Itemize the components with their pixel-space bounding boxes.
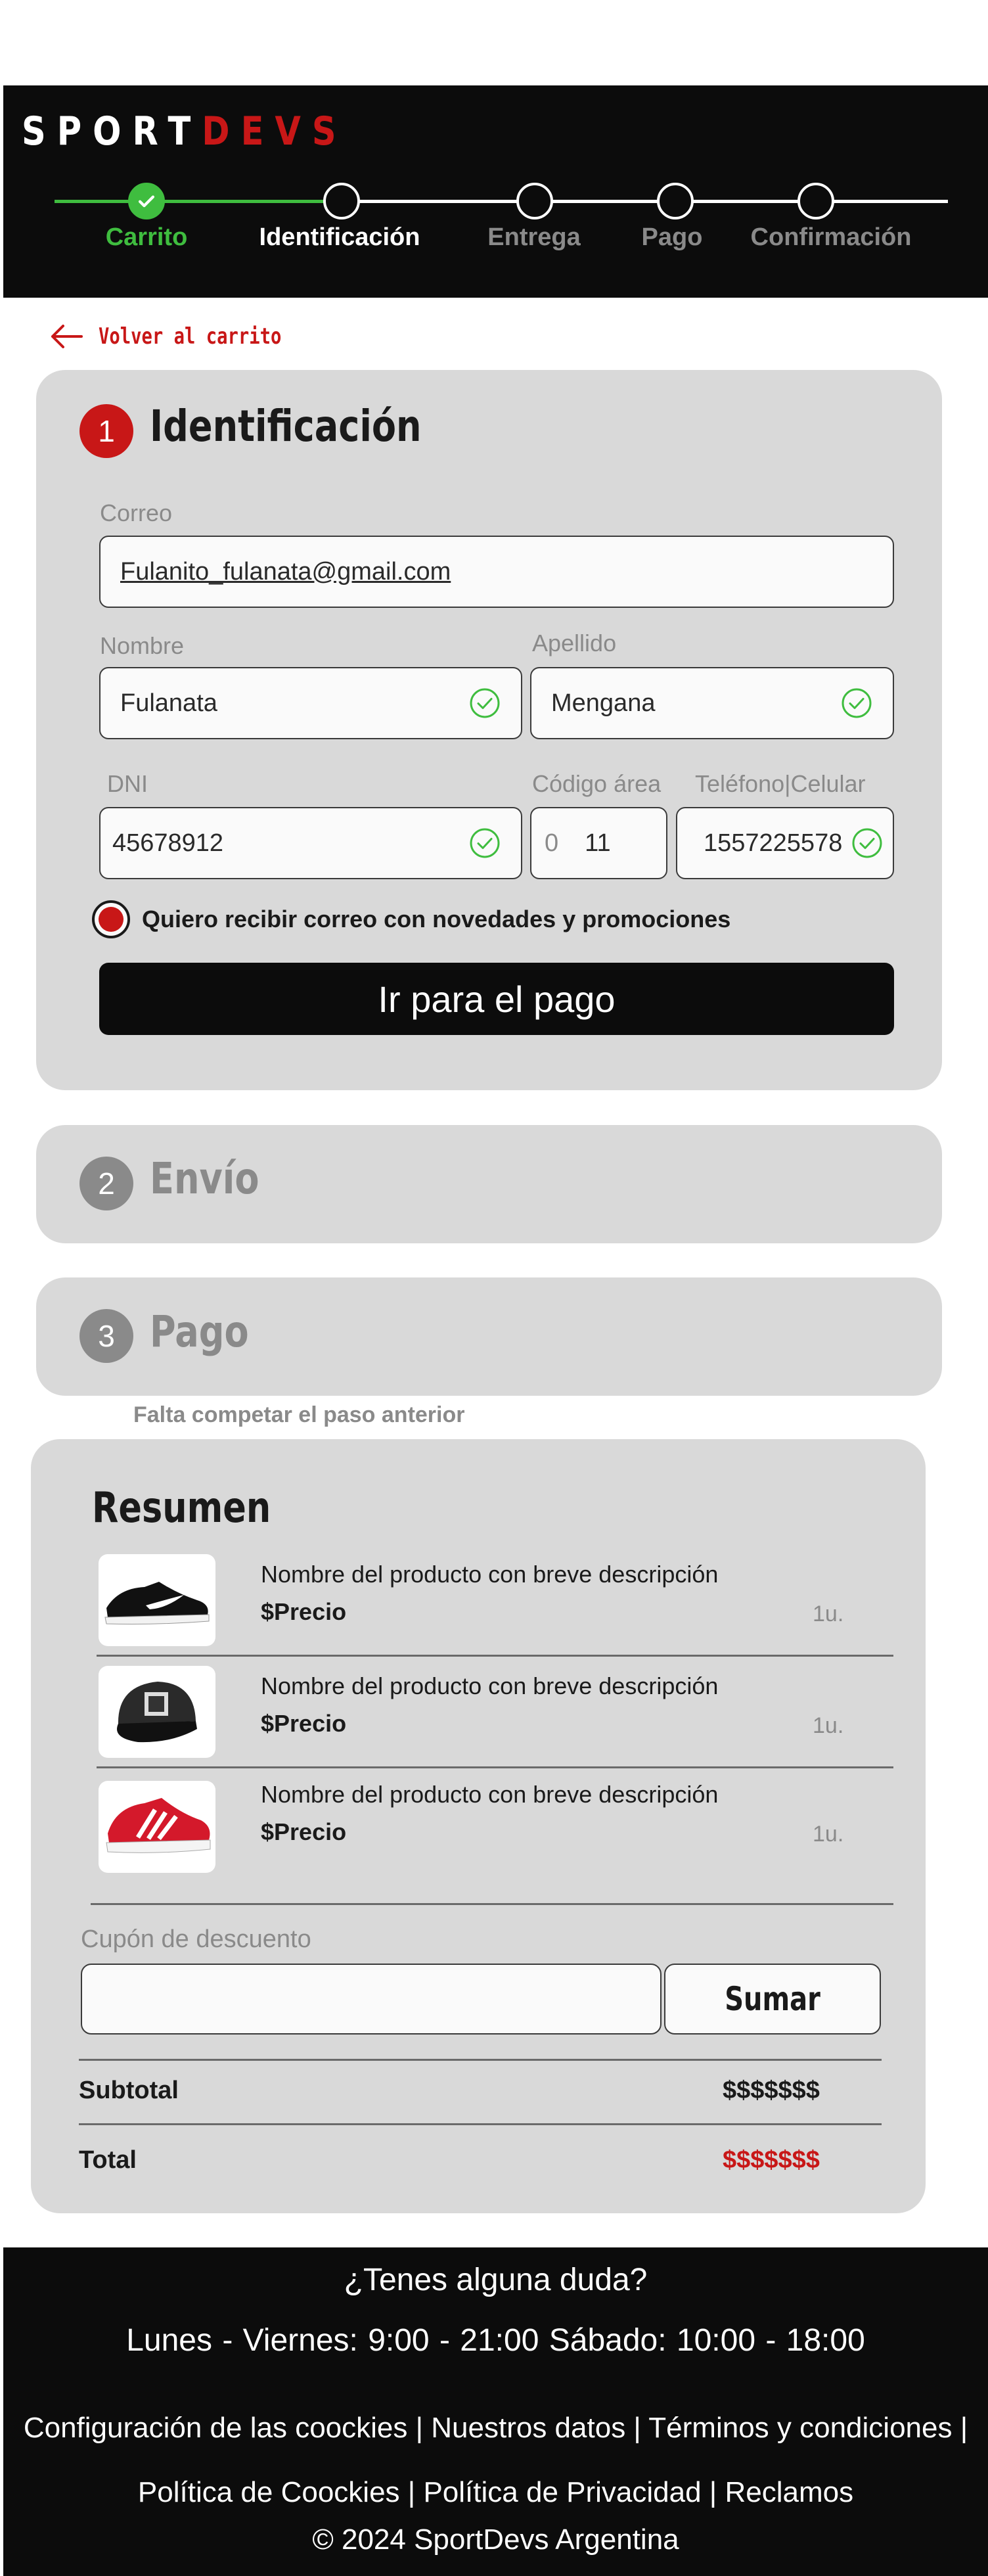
- sneaker-black-icon: [104, 1582, 210, 1624]
- email-field[interactable]: Fulanito_fulanata@gmail.com: [99, 536, 894, 608]
- divider: [79, 2123, 882, 2125]
- footer-separator: |: [625, 2412, 649, 2444]
- step-number-badge: 3: [79, 1309, 133, 1363]
- apply-coupon-button[interactable]: Sumar: [664, 1964, 881, 2035]
- total-value: $$$$$$$: [723, 2146, 820, 2174]
- brand-logo[interactable]: SPORTDEVS: [22, 112, 348, 151]
- footer-question: ¿Tenes alguna duda?: [344, 2263, 648, 2297]
- codigo-area-prefix: 0: [545, 829, 559, 857]
- divider: [79, 2059, 882, 2061]
- dni-field[interactable]: 45678912: [99, 807, 522, 879]
- envio-title: Envío: [150, 1153, 259, 1204]
- sneaker-red-icon: [106, 1798, 211, 1853]
- cap-black-icon: [117, 1682, 197, 1743]
- brand-logo-part2: DEVS: [202, 108, 348, 154]
- dni-label: DNI: [107, 770, 148, 797]
- nombre-field-value: Fulanata: [120, 689, 217, 717]
- footer-link-cookies-config[interactable]: Configuración de las coockies: [24, 2412, 408, 2444]
- step-entrega-label: Entrega: [487, 223, 581, 251]
- codigo-area-field[interactable]: 0 11: [530, 807, 667, 879]
- step-number-badge: 1: [79, 404, 133, 458]
- step-confirmacion-dot: [797, 183, 834, 219]
- step-pago-dot: [657, 183, 694, 219]
- divider: [97, 1655, 893, 1657]
- stepper-progress-todo: [344, 200, 948, 203]
- total-label: Total: [79, 2146, 137, 2174]
- product-qty: 1u.: [813, 1601, 844, 1626]
- step-confirmacion-label: Confirmación: [750, 223, 912, 251]
- check-circle-icon: [470, 688, 500, 718]
- nombre-label: Nombre: [100, 632, 185, 659]
- newsletter-label: Quiero recibir correo con novedades y pr…: [142, 906, 731, 932]
- divider: [97, 1766, 893, 1768]
- pago-hint: Falta competar el paso anterior: [133, 1402, 465, 1427]
- step-carrito-check-icon[interactable]: [128, 183, 165, 219]
- footer-copyright: © 2024 SportDevs Argentina: [312, 2523, 679, 2556]
- codigo-area-label: Código área: [532, 770, 662, 797]
- footer-separator: |: [701, 2476, 725, 2508]
- back-to-cart-link[interactable]: Volver al carrito: [47, 321, 327, 352]
- go-to-payment-button[interactable]: Ir para el pago: [99, 963, 894, 1035]
- email-field-value: Fulanito_fulanata@gmail.com: [120, 557, 451, 586]
- step-number-badge: 2: [79, 1157, 133, 1210]
- coupon-label: Cupón de descuento: [81, 1925, 311, 1953]
- footer-link-nuestros-datos[interactable]: Nuestros datos: [431, 2412, 625, 2444]
- stepper-progress-done: [55, 200, 344, 203]
- dni-field-value: 45678912: [112, 829, 224, 857]
- step-identificacion-dot[interactable]: [323, 183, 360, 219]
- identificacion-title: Identificación: [150, 401, 422, 451]
- footer-separator: |: [407, 2412, 432, 2444]
- apellido-field[interactable]: Mengana: [530, 667, 894, 739]
- product-image: [99, 1781, 215, 1873]
- telefono-label: Teléfono|Celular: [695, 770, 866, 797]
- newsletter-radio[interactable]: [92, 900, 130, 938]
- codigo-area-value: 11: [585, 829, 611, 857]
- check-circle-icon: [842, 688, 872, 718]
- newsletter-option[interactable]: Quiero recibir correo con novedades y pr…: [92, 900, 730, 938]
- product-name: Nombre del producto con breve descripció…: [261, 1561, 719, 1588]
- step-pago-label: Pago: [641, 223, 703, 251]
- product-image: [99, 1666, 215, 1758]
- arrow-left-icon: [51, 325, 83, 348]
- check-circle-icon: [852, 828, 882, 858]
- footer-link-reclamos[interactable]: Reclamos: [725, 2476, 853, 2508]
- subtotal-value: $$$$$$$: [723, 2077, 820, 2104]
- product-image: [99, 1554, 215, 1646]
- summary-title: Resumen: [92, 1484, 271, 1532]
- footer-hours: Lunes - Viernes: 9:00 - 21:00 Sábado: 10…: [126, 2323, 865, 2358]
- subtotal-label: Subtotal: [79, 2077, 179, 2104]
- product-price: $Precio: [261, 1818, 347, 1845]
- footer-separator: |: [952, 2412, 968, 2444]
- site-header: SPORTDEVS Carrito Identificación Entrega…: [3, 85, 988, 298]
- product-name: Nombre del producto con breve descripció…: [261, 1781, 719, 1808]
- pago-title: Pago: [150, 1306, 249, 1357]
- divider: [91, 1903, 893, 1905]
- site-footer: ¿Tenes alguna duda? Lunes - Viernes: 9:0…: [3, 2247, 988, 2576]
- step-entrega-dot: [516, 183, 553, 219]
- check-circle-icon: [470, 828, 500, 858]
- product-price: $Precio: [261, 1598, 347, 1625]
- back-to-cart-label: Volver al carrito: [99, 323, 282, 350]
- step-identificacion-label[interactable]: Identificación: [259, 223, 420, 252]
- apellido-label: Apellido: [532, 630, 617, 656]
- footer-separator: |: [399, 2476, 424, 2508]
- step-carrito-label[interactable]: Carrito: [106, 223, 188, 252]
- apellido-field-value: Mengana: [551, 689, 656, 717]
- telefono-field-value: 1557225578: [704, 829, 843, 857]
- footer-link-politica-cookies[interactable]: Política de Coockies: [138, 2476, 400, 2508]
- product-qty: 1u.: [813, 1822, 844, 1847]
- product-name: Nombre del producto con breve descripció…: [261, 1672, 719, 1699]
- footer-link-privacidad[interactable]: Política de Privacidad: [423, 2476, 701, 2508]
- telefono-field[interactable]: 1557225578: [676, 807, 894, 879]
- apply-coupon-label: Sumar: [725, 1980, 820, 2018]
- footer-links: Configuración de las coockies | Nuestros…: [16, 2396, 975, 2525]
- product-qty: 1u.: [813, 1713, 844, 1738]
- coupon-input[interactable]: [81, 1964, 662, 2035]
- brand-logo-part1: SPORT: [22, 108, 202, 154]
- product-price: $Precio: [261, 1710, 347, 1737]
- correo-label: Correo: [100, 499, 173, 526]
- footer-link-terminos[interactable]: Términos y condiciones: [648, 2412, 952, 2444]
- nombre-field[interactable]: Fulanata: [99, 667, 522, 739]
